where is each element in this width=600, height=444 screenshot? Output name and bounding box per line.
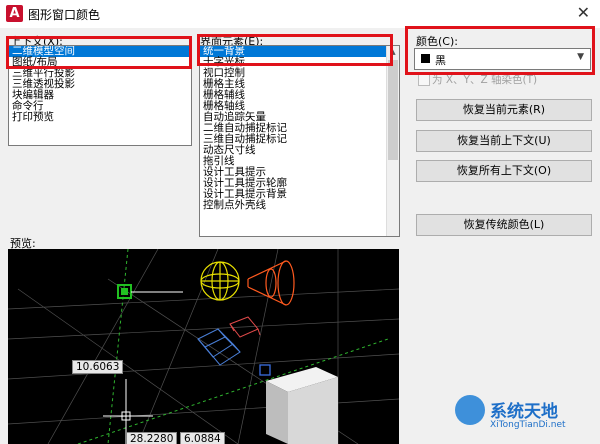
scrollbar-thumb[interactable] bbox=[388, 60, 398, 160]
restore-all-contexts-button[interactable]: 恢复所有上下文(O) bbox=[416, 160, 592, 182]
restore-classic-colors-button[interactable]: 恢复传统颜色(L) bbox=[416, 214, 592, 236]
y-axis-line bbox=[107, 249, 129, 444]
restore-current-element-button[interactable]: 恢复当前元素(R) bbox=[416, 99, 592, 121]
autocad-logo-icon: A bbox=[6, 5, 23, 22]
restore-current-context-button[interactable]: 恢复当前上下文(U) bbox=[416, 130, 592, 152]
solid-cube-icon bbox=[266, 367, 338, 444]
window-title: 图形窗口颜色 bbox=[28, 8, 101, 22]
sphere-icon bbox=[200, 261, 240, 301]
dimension-input-2: 28.2280 bbox=[126, 432, 178, 444]
grip-icon bbox=[259, 364, 271, 376]
highlight-box-interface bbox=[197, 34, 393, 66]
preview-scene bbox=[8, 249, 399, 444]
dimension-input-3: 6.0884 bbox=[180, 432, 225, 444]
title-bar: A 图形窗口颜色 ✕ bbox=[0, 0, 600, 28]
x-axis-line bbox=[77, 338, 389, 444]
watermark-logo-icon bbox=[455, 395, 485, 425]
watermark-url: XiTongTianDi.net bbox=[490, 420, 566, 430]
list-item[interactable]: 打印预览 bbox=[9, 112, 191, 123]
tint-axes-checkbox[interactable] bbox=[418, 74, 430, 86]
preview-canvas: 10.6063 28.2280 6.0884 bbox=[8, 249, 399, 444]
interface-element-listbox[interactable]: 统一背景 十字光标 视口控制 栅格主线 栅格辅线 栅格轴线 自动追踪矢量 二维自动捕捉标记 三维… bbox=[199, 45, 400, 237]
watermark-text: 系统天地 bbox=[490, 402, 558, 422]
list-item[interactable]: 控制点外壳线 bbox=[200, 200, 399, 211]
highlight-box-color bbox=[405, 26, 595, 75]
perspective-grid bbox=[8, 249, 399, 444]
highlight-box-context bbox=[6, 36, 192, 69]
close-icon[interactable]: ✕ bbox=[577, 3, 590, 22]
wire-box-icon bbox=[197, 328, 241, 366]
dimension-input-1: 10.6063 bbox=[72, 360, 124, 374]
